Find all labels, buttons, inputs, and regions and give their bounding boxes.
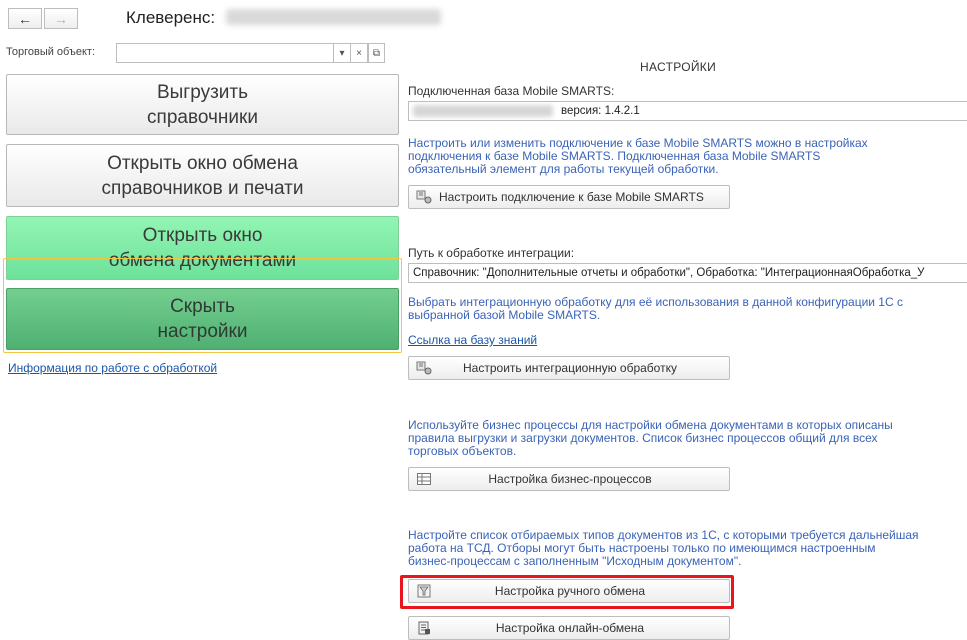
- back-button[interactable]: ←: [8, 8, 42, 29]
- db-field[interactable]: версия: 1.4.2.1: [408, 101, 967, 121]
- document-icon: [413, 621, 435, 635]
- open-catalog-exchange-label-1: Открыть окно обмена: [107, 152, 298, 174]
- arrow-right-icon: →: [54, 10, 68, 27]
- db-label: Подключенная база Mobile SMARTS:: [408, 84, 615, 98]
- path-label: Путь к обработке интеграции:: [408, 246, 575, 260]
- open-catalog-exchange-label-2: справочников и печати: [101, 177, 304, 199]
- path-hint: Выбрать интеграционную обработку для её …: [408, 296, 903, 322]
- open-catalog-exchange-button[interactable]: Открыть окно обмена справочников и печат…: [6, 144, 399, 207]
- db-hint: Настроить или изменить подключение к баз…: [408, 137, 868, 176]
- open-document-exchange-label-1: Открыть окно: [142, 225, 263, 246]
- online-exchange-button[interactable]: Настройка онлайн-обмена: [408, 616, 730, 640]
- chevron-down-icon: ▾: [339, 47, 345, 59]
- arrow-left-icon: ←: [18, 10, 32, 27]
- info-link[interactable]: Информация по работе с обработкой: [8, 361, 217, 375]
- db-version: версия: 1.4.2.1: [561, 105, 640, 117]
- path-hint-line: выбранной базой Mobile SMARTS.: [408, 308, 601, 322]
- configure-integration-button[interactable]: Настроить интеграционную обработку: [408, 356, 730, 380]
- bp-hint-line: торговых объектов.: [408, 444, 517, 458]
- trade-object-dropdown-button[interactable]: ▾: [334, 43, 351, 63]
- hide-settings-label-2: настройки: [157, 321, 248, 342]
- open-icon: ⧉: [372, 47, 381, 59]
- blurred-title-detail: [226, 9, 441, 25]
- hide-settings-button[interactable]: Скрыть настройки: [6, 288, 399, 350]
- clear-icon: ×: [356, 47, 362, 59]
- settings-gear-icon: [413, 361, 435, 375]
- settings-gear-icon: [413, 190, 435, 204]
- upload-catalogs-label-1: Выгрузить: [156, 81, 249, 103]
- db-hint-line: обязательный элемент для работы текущей …: [408, 162, 719, 176]
- configure-db-label: Настроить подключение к базе Mobile SMAR…: [439, 190, 704, 204]
- upload-catalogs-button[interactable]: Выгрузить справочники: [6, 74, 399, 135]
- forward-button[interactable]: →: [44, 8, 78, 29]
- configure-integration-label: Настроить интеграционную обработку: [463, 361, 677, 375]
- trade-object-open-button[interactable]: ⧉: [368, 43, 385, 63]
- knowledge-base-link[interactable]: Ссылка на базу знаний: [408, 333, 537, 347]
- upload-catalogs-label-2: справочники: [147, 106, 258, 128]
- bp-hint: Используйте бизнес процессы для настройк…: [408, 419, 893, 458]
- settings-header: НАСТРОЙКИ: [640, 60, 717, 74]
- business-process-button[interactable]: Настройка бизнес-процессов: [408, 467, 730, 491]
- highlight-frame: [400, 575, 734, 609]
- hide-settings-label-1: Скрыть: [170, 296, 235, 317]
- trade-object-input[interactable]: [116, 43, 334, 63]
- trade-object-label: Торговый объект:: [6, 46, 96, 58]
- window-title: Клеверенс:: [126, 8, 216, 27]
- configure-db-button[interactable]: Настроить подключение к базе Mobile SMAR…: [408, 185, 730, 209]
- trade-object-clear-button[interactable]: ×: [351, 43, 368, 63]
- business-process-label: Настройка бизнес-процессов: [488, 472, 652, 486]
- manual-hint: Настройте список отбираемых типов докуме…: [408, 529, 919, 568]
- path-field[interactable]: Справочник: "Дополнительные отчеты и обр…: [408, 263, 967, 283]
- blurred-db-name: [413, 104, 553, 117]
- online-exchange-label: Настройка онлайн-обмена: [495, 621, 645, 635]
- manual-hint-line: бизнес-процессам с заполненным "Исходным…: [408, 554, 742, 568]
- table-icon: [413, 473, 435, 485]
